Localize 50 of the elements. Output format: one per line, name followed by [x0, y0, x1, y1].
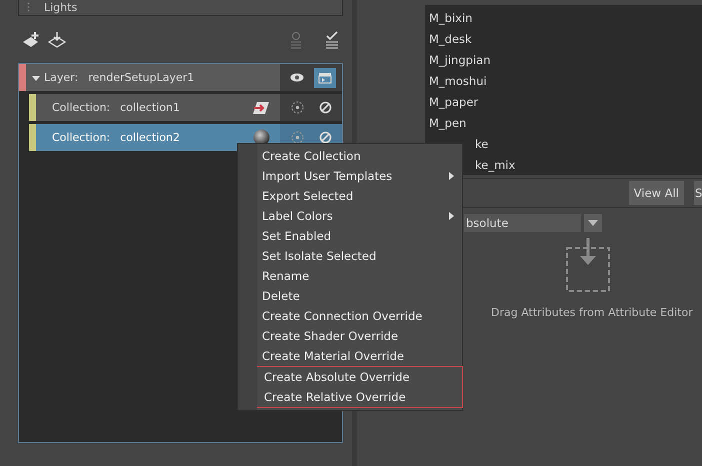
material-item[interactable]: M_bixin	[425, 8, 702, 29]
drop-target-icon	[565, 238, 611, 293]
checklist-icon[interactable]	[325, 30, 339, 48]
layer-name: renderSetupLayer1	[88, 71, 194, 84]
material-item[interactable]: M_paper	[425, 92, 702, 113]
layer-prefix: Layer:	[44, 71, 78, 84]
material-item[interactable]: M_moshui	[425, 71, 702, 92]
import-icon[interactable]	[48, 30, 66, 48]
override-icon	[252, 100, 270, 114]
expand-arrow-icon[interactable]	[32, 74, 40, 82]
menu-item[interactable]: Rename	[238, 266, 462, 286]
menu-item[interactable]: Export Selected	[238, 186, 462, 206]
drop-hint: Drag Attributes from Attribute Editor	[491, 306, 693, 319]
menu-item[interactable]: Import User Templates	[238, 166, 462, 186]
lights-row[interactable]: Lights	[18, 0, 343, 16]
sphere-icon	[253, 129, 270, 146]
select-button[interactable]: S	[694, 181, 702, 205]
submenu-arrow-icon	[449, 212, 454, 220]
menu-item[interactable]: Create Connection Override	[238, 306, 462, 326]
material-item[interactable]: M_pen	[425, 113, 702, 134]
clapper-icon	[318, 72, 332, 84]
collection-name: collection2	[120, 131, 180, 144]
disable-icon[interactable]	[318, 101, 332, 114]
isolate-icon[interactable]	[290, 101, 304, 114]
menu-item[interactable]: Create Material Override	[238, 346, 462, 366]
menu-item[interactable]: Create Relative Override	[240, 387, 462, 407]
material-item[interactable]: M_jingpian	[425, 50, 702, 71]
menu-item[interactable]: Label Colors	[238, 206, 462, 226]
material-item[interactable]: M_desk	[425, 29, 702, 50]
collection-prefix: Collection:	[52, 101, 110, 114]
view-all-button[interactable]: View All	[628, 181, 684, 205]
menu-item[interactable]: Set Isolate Selected	[238, 246, 462, 266]
caret-icon	[588, 220, 598, 226]
layer-row[interactable]: Layer: renderSetupLayer1	[26, 64, 280, 91]
isolate-icon[interactable]	[290, 131, 304, 144]
collection-name: collection1	[120, 101, 180, 114]
collection-row[interactable]: Collection: collection1	[36, 94, 280, 121]
collection-row[interactable]: Collection: collection2	[36, 124, 280, 151]
lights-label: Lights	[44, 2, 78, 13]
submenu-arrow-icon	[449, 172, 454, 180]
menu-item[interactable]: Delete	[238, 286, 462, 306]
menu-item[interactable]: Create Shader Override	[238, 326, 462, 346]
render-toggle[interactable]	[314, 68, 336, 88]
override-type-dropdown[interactable]: bsolute	[464, 214, 581, 232]
dropdown-button[interactable]	[584, 214, 602, 232]
collection-prefix: Collection:	[52, 131, 110, 144]
menu-item[interactable]: Set Enabled	[238, 226, 462, 246]
disable-icon[interactable]	[318, 131, 332, 144]
eye-icon[interactable]	[290, 73, 304, 82]
menu-item[interactable]: Create Absolute Override	[240, 367, 462, 387]
